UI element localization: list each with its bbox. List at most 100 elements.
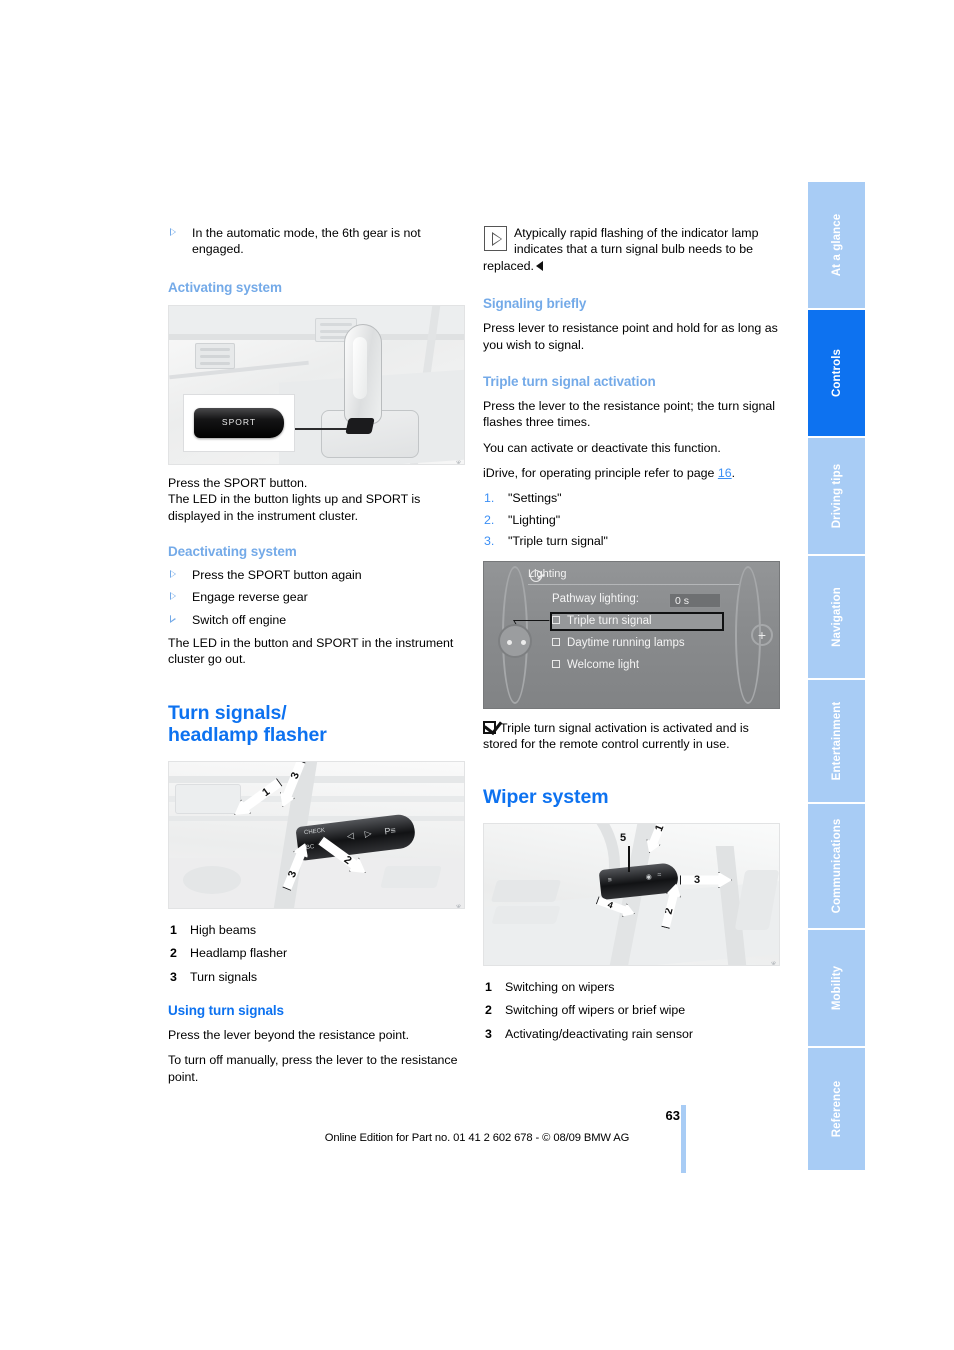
note-indicator-flashing: Atypically rapid flashing of the indicat… — [483, 225, 780, 274]
note-triple-turn-signal-stored: Triple turn signal activation is activat… — [483, 720, 780, 753]
gear-knob — [344, 323, 382, 424]
idrive-pathway-value[interactable]: 0 s — [669, 592, 721, 608]
idrive-screen-background: Lighting Pathway lighting: 0 s Triple tu… — [484, 561, 779, 708]
figure-image-gearshift: SPORT WQP1XS5FFA-06 — [168, 304, 465, 465]
figure-image-stalk: CHECK BC ◁ ▷ P≡ 1 2 3 3 — [168, 760, 465, 909]
sidebar-tab-label: Controls — [830, 348, 843, 398]
figure-code: WQP1XS5FFA-06 — [771, 961, 777, 965]
checkbox-icon[interactable] — [552, 615, 560, 624]
sidebar-tab-label: Navigation — [830, 587, 843, 647]
sidebar-tab-label: Communications — [830, 818, 843, 914]
heading-deactivating-system: Deactivating system — [168, 543, 297, 559]
figure-idrive-lighting-menu: Lighting Pathway lighting: 0 s Triple tu… — [483, 560, 780, 709]
stalk-glyph-right-arrow: ▷ — [364, 828, 373, 839]
callout-leader-line-5 — [628, 845, 630, 872]
sport-button[interactable]: SPORT — [194, 407, 284, 438]
step-text: "Settings" — [508, 491, 562, 506]
sidebar-tab-entertainment[interactable]: Entertainment — [808, 680, 865, 802]
footer-text: Online Edition for Part no. 01 41 2 602 … — [324, 1132, 630, 1144]
idrive-plus-button[interactable]: + — [751, 623, 773, 646]
note-end-marker-icon — [535, 260, 543, 271]
idrive-reference-period: . — [731, 466, 736, 480]
wiper-legend: 1 Switching on wipers 2 Switching off wi… — [483, 979, 780, 1042]
idrive-controller-icon — [498, 623, 532, 658]
heading-triple-turn-signal: Triple turn signal activation — [483, 373, 656, 389]
figure-sport-button: SPORT WQP1XS5FFA-06 — [168, 304, 465, 465]
deactivating-text: The LED in the button and SPORT in the i… — [168, 636, 454, 667]
legend-text: Activating/deactivating rain sensor — [505, 1026, 694, 1041]
legend-text: High beams — [190, 922, 257, 937]
stalk-glyph-bc: BC — [305, 844, 315, 852]
idrive-menu-item-daytime-running-lamps[interactable]: Daytime running lamps — [552, 637, 685, 649]
triangle-bullet-icon — [170, 614, 176, 623]
legend-key: 2 — [170, 946, 177, 961]
sidebar-tab-controls[interactable]: Controls — [808, 310, 865, 436]
idrive-screen: Lighting Pathway lighting: 0 s Triple tu… — [483, 560, 780, 709]
heading-activating-system: Activating system — [168, 279, 282, 295]
list-item-text: Press the SPORT button again — [192, 567, 362, 582]
air-vent-icon — [195, 342, 235, 369]
sport-button-label: SPORT — [221, 416, 257, 427]
legend-row: 3 Turn signals — [168, 969, 465, 985]
page-reference-link[interactable]: 16 — [718, 466, 732, 480]
page-title-turn-signals: Turn signals/ headlamp flasher — [168, 702, 465, 747]
idrive-title: Lighting — [528, 568, 739, 585]
figure-image-wiper: ≡ ◉ ≈ 1 2 3 4 5 — [483, 822, 780, 966]
triangle-bullet-icon — [170, 569, 176, 578]
checkbox-icon[interactable] — [552, 659, 560, 668]
right-column: Atypically rapid flashing of the indicat… — [483, 225, 780, 1049]
callout-number: 3 — [693, 873, 701, 886]
wiper-illustration: ≡ ◉ ≈ 1 2 3 4 5 — [484, 823, 779, 965]
legend-text: Switching on wipers — [505, 979, 615, 994]
page-title-wiper-system: Wiper system — [483, 786, 609, 809]
sidebar-tab-driving-tips[interactable]: Driving tips — [808, 438, 865, 554]
figure-code: WQP1XS5FFA-06 — [456, 904, 462, 908]
step-number: 1. — [484, 491, 495, 506]
sidebar-tab-label: Mobility — [830, 965, 843, 1011]
console-illustration: SPORT — [169, 305, 464, 464]
idrive-menu-item-welcome-light[interactable]: Welcome light — [552, 659, 639, 671]
sidebar-tab-at-a-glance[interactable]: At a glance — [808, 182, 865, 308]
idrive-item-label: Welcome light — [567, 658, 640, 671]
left-column: In the automatic mode, the 6th gear is n… — [168, 225, 465, 1085]
list-item: 3. "Triple turn signal" — [483, 533, 780, 549]
triangle-bullet-icon — [170, 228, 176, 236]
list-item: Engage reverse gear — [168, 589, 465, 605]
list-item: 1. "Settings" — [483, 490, 780, 506]
checkbox-icon[interactable] — [552, 637, 560, 646]
legend-text: Headlamp flasher — [190, 946, 288, 961]
heading-using-turn-signals: Using turn signals — [168, 1003, 284, 1019]
deactivating-bullet-list: Press the SPORT button again Engage reve… — [168, 567, 465, 628]
sidebar-tab-navigation[interactable]: Navigation — [808, 556, 865, 678]
legend-key: 1 — [485, 979, 492, 994]
list-item: In the automatic mode, the 6th gear is n… — [168, 225, 465, 258]
sidebar-tab-label: Reference — [830, 1080, 843, 1138]
figure-turn-signal-stalk: CHECK BC ◁ ▷ P≡ 1 2 3 3 — [168, 760, 465, 909]
sidebar-tab-mobility[interactable]: Mobility — [808, 930, 865, 1046]
stalk-glyph-left-arrow: ◁ — [346, 830, 355, 842]
legend-text: Switching off wipers or brief wipe — [505, 1003, 686, 1018]
idrive-menu-item-triple-turn-signal[interactable]: Triple turn signal — [552, 615, 652, 627]
check-note-text: Triple turn signal activation is activat… — [483, 720, 749, 751]
turn-signal-legend: 1 High beams 2 Headlamp flasher 3 Turn s… — [168, 922, 465, 985]
note-triangle-icon — [484, 226, 507, 251]
legend-row: 1 Switching on wipers — [483, 979, 780, 995]
sidebar-tab-reference[interactable]: Reference — [808, 1048, 865, 1170]
legend-row: 2 Headlamp flasher — [168, 945, 465, 961]
triple-turn-signal-para2: You can activate or deactivate this func… — [483, 440, 721, 455]
stalk-glyph-menu: P≡ — [383, 825, 397, 837]
figure-wiper-stalk: ≡ ◉ ≈ 1 2 3 4 5 — [483, 822, 780, 966]
sidebar-tab-label: Driving tips — [830, 463, 843, 529]
sport-switch-on-console — [345, 417, 375, 434]
intro-bullet-list: In the automatic mode, the 6th gear is n… — [168, 225, 465, 258]
page-title-line1: Turn signals/ — [168, 701, 287, 724]
legend-row: 3 Activating/deactivating rain sensor — [483, 1026, 780, 1042]
list-item-text: Engage reverse gear — [192, 590, 308, 605]
sidebar-tab-label: Entertainment — [830, 701, 843, 781]
list-item-text: Switch off engine — [192, 612, 287, 627]
sport-button-callout: SPORT — [183, 393, 295, 452]
legend-key: 1 — [170, 922, 177, 937]
sidebar-tab-communications[interactable]: Communications — [808, 804, 865, 928]
triple-turn-signal-para3: iDrive, for operating principle refer to… — [483, 465, 780, 481]
step-text: "Lighting" — [508, 512, 561, 527]
